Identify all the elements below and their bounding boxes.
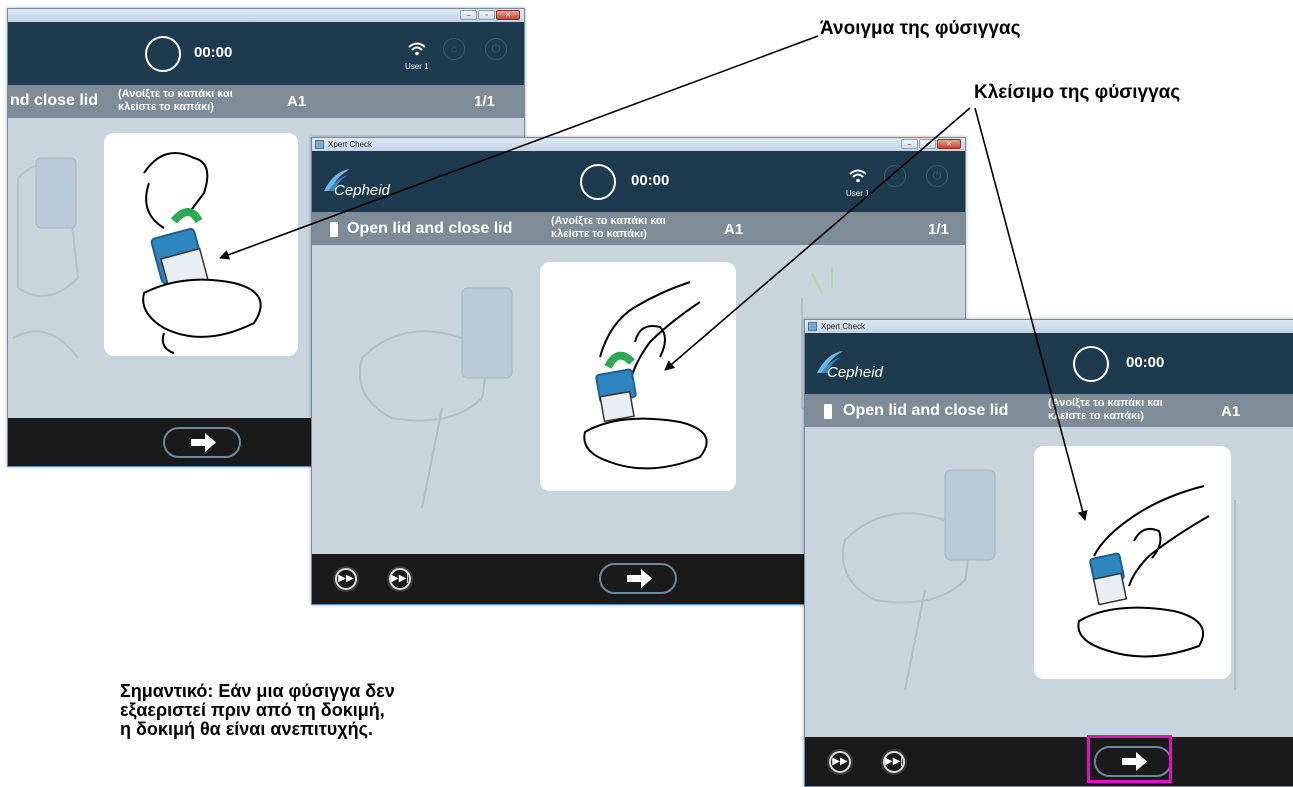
leader-line-close-middle bbox=[664, 107, 971, 371]
important-note: Σημαντικό: Εάν μια φύσιγγα δεν εξαεριστε… bbox=[120, 682, 395, 739]
leader-line-open bbox=[219, 35, 819, 260]
callout-leader-lines bbox=[219, 35, 1088, 521]
note-line-3: η δοκιμή θα είναι ανεπιτυχής. bbox=[120, 719, 374, 739]
note-line-2: εξαεριστεί πριν από τη δοκιμή, bbox=[120, 700, 385, 720]
note-line-1: Σημαντικό: Εάν μια φύσιγγα δεν bbox=[120, 681, 395, 701]
leader-line-close-front bbox=[974, 107, 1088, 521]
